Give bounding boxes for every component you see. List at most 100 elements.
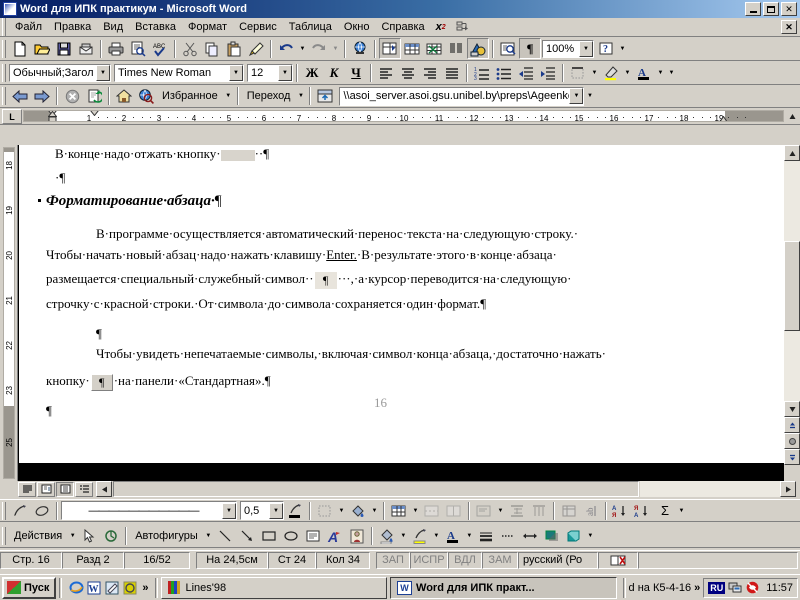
- font-combo[interactable]: Times New Roman ▼: [114, 63, 244, 82]
- split-cells-icon[interactable]: [443, 500, 465, 521]
- cut-button[interactable]: [179, 38, 201, 59]
- inline-show-marks-button-image[interactable]: ¶: [90, 373, 113, 391]
- line-style-combo[interactable]: ——————————— ▼: [61, 501, 237, 520]
- bold-button[interactable]: Ж: [301, 62, 323, 83]
- text-direction-icon[interactable]: ab: [580, 500, 602, 521]
- line-style-icon[interactable]: [475, 526, 497, 547]
- insert-hyperlink-button[interactable]: [349, 38, 371, 59]
- scroll-up-corner[interactable]: [784, 108, 800, 124]
- status-ovr[interactable]: ЗАМ: [482, 551, 518, 569]
- print-preview-button[interactable]: [127, 38, 149, 59]
- formatting-toolbar-overflow-arrow-icon[interactable]: ▼: [666, 62, 677, 83]
- increase-indent-button[interactable]: [537, 62, 559, 83]
- insert-table-icon[interactable]: [388, 500, 410, 521]
- go-dropdown-arrow-icon[interactable]: ▼: [295, 86, 306, 107]
- go-button[interactable]: Переход: [242, 86, 296, 107]
- fill-color-icon[interactable]: [376, 526, 398, 547]
- arrow-icon[interactable]: [236, 526, 258, 547]
- internet-explorer-icon[interactable]: [68, 580, 84, 596]
- tray-more-icon[interactable]: »: [694, 582, 703, 594]
- menu-tools[interactable]: Сервис: [233, 19, 283, 36]
- clock-icon[interactable]: [122, 580, 138, 596]
- outline-view-button[interactable]: [75, 481, 93, 497]
- spelling-check-button[interactable]: ABC: [149, 38, 171, 59]
- doc-para1-link[interactable]: Enter.: [326, 247, 357, 262]
- favorites-button[interactable]: Избранное: [157, 86, 223, 107]
- align-cell-icon[interactable]: [473, 500, 495, 521]
- outside-border-icon[interactable]: [314, 500, 336, 521]
- line-weight-dropdown-arrow-icon[interactable]: ▼: [269, 502, 283, 519]
- insert-field-icon[interactable]: [451, 19, 474, 36]
- bulleted-list-button[interactable]: [493, 62, 515, 83]
- scroll-down-button[interactable]: [784, 401, 800, 417]
- doc-middle-mark[interactable]: ¶: [96, 323, 102, 344]
- format-painter-button[interactable]: [245, 38, 267, 59]
- line-weight-combo[interactable]: 0,5 ▼: [240, 501, 284, 520]
- address-combo[interactable]: \\asoi_server.asoi.gsu.unibel.by\preps\A…: [339, 86, 585, 106]
- undo-button[interactable]: [275, 38, 297, 59]
- web-toolbar-overflow-arrow-icon[interactable]: ▼: [584, 86, 595, 107]
- dash-style-icon[interactable]: [497, 526, 519, 547]
- align-justify-button[interactable]: [441, 62, 463, 83]
- horizontal-ruler[interactable]: L 1 2 3 4 5 6 7 8 9 10 11 12 13 14 15 16 17 18 19: [0, 108, 800, 125]
- forward-button[interactable]: [31, 86, 53, 107]
- italic-button[interactable]: К: [323, 62, 345, 83]
- refresh-button[interactable]: [83, 86, 105, 107]
- x-squared-icon[interactable]: x2: [431, 19, 451, 36]
- paste-button[interactable]: [223, 38, 245, 59]
- borders-button[interactable]: [567, 62, 589, 83]
- doc-paragraph-2[interactable]: Чтобы·увидеть·непечатаемые·символы,·вклю…: [46, 343, 736, 398]
- menu-window[interactable]: Окно: [338, 19, 376, 36]
- start-button[interactable]: Пуск: [2, 576, 57, 599]
- address-dropdown-arrow-icon[interactable]: ▼: [569, 88, 584, 104]
- save-button[interactable]: [53, 38, 75, 59]
- menu-edit[interactable]: Правка: [48, 19, 97, 36]
- close-button[interactable]: ✕: [781, 2, 797, 16]
- font-size-combo[interactable]: 12 ▼: [247, 63, 293, 82]
- text-box-icon[interactable]: [302, 526, 324, 547]
- menu-insert[interactable]: Вставка: [129, 19, 182, 36]
- zoom-dropdown-arrow-icon[interactable]: ▼: [579, 40, 593, 57]
- shading-color-icon[interactable]: [347, 500, 369, 521]
- search-web-icon[interactable]: [135, 86, 157, 107]
- back-button[interactable]: [9, 86, 31, 107]
- shadow-icon[interactable]: [541, 526, 563, 547]
- stop-button[interactable]: [61, 86, 83, 107]
- font-size-dropdown-arrow-icon[interactable]: ▼: [278, 64, 292, 81]
- doc-paragraph-1[interactable]: В·программе·осуществляется·автоматически…: [46, 223, 736, 314]
- merge-cells-icon[interactable]: [421, 500, 443, 521]
- copy-button[interactable]: [201, 38, 223, 59]
- horizontal-scroll-track[interactable]: [640, 481, 780, 497]
- new-document-button[interactable]: [9, 38, 31, 59]
- vertical-scrollbar[interactable]: [784, 145, 800, 481]
- scroll-left-button[interactable]: [96, 481, 112, 497]
- email-button[interactable]: [75, 38, 97, 59]
- menu-help[interactable]: Справка: [375, 19, 430, 36]
- font-color-dropdown-arrow-icon[interactable]: ▼: [655, 62, 666, 83]
- horizontal-ruler-strip[interactable]: 1 2 3 4 5 6 7 8 9 10 11 12 13 14 15 16 17 18 19: [23, 110, 784, 122]
- web-layout-view-button[interactable]: [37, 481, 55, 497]
- menu-view[interactable]: Вид: [97, 19, 129, 36]
- style-dropdown-arrow-icon[interactable]: ▼: [96, 64, 110, 81]
- autoshapes-dropdown-arrow-icon[interactable]: ▼: [203, 526, 214, 547]
- doc-footer-mark[interactable]: ¶: [46, 400, 52, 421]
- free-rotate-icon[interactable]: [100, 526, 122, 547]
- 3d-icon[interactable]: [563, 526, 585, 547]
- scroll-up-button[interactable]: [784, 145, 800, 161]
- standard-toolbar-overflow-arrow-icon[interactable]: ▼: [617, 38, 628, 59]
- notepad-icon[interactable]: [104, 580, 120, 596]
- autoshapes-menu-button[interactable]: Автофигуры: [130, 526, 203, 547]
- left-indent-marker[interactable]: [48, 111, 57, 121]
- line-color-dropdown-arrow-icon[interactable]: ▼: [431, 526, 442, 547]
- drawing-font-color-dropdown-arrow-icon[interactable]: ▼: [464, 526, 475, 547]
- formatting-toolbar-grip[interactable]: [2, 63, 6, 82]
- show-formatting-marks-button[interactable]: ¶: [519, 38, 541, 59]
- draw-table-pencil-icon[interactable]: [9, 500, 31, 521]
- fill-color-dropdown-arrow-icon[interactable]: ▼: [398, 526, 409, 547]
- highlight-color-button[interactable]: [600, 62, 622, 83]
- numbered-list-button[interactable]: 123: [471, 62, 493, 83]
- tray-clock[interactable]: 11:57: [762, 582, 793, 594]
- next-page-button[interactable]: [784, 449, 800, 465]
- select-browse-object-button[interactable]: [784, 433, 800, 449]
- restore-button[interactable]: [763, 2, 779, 16]
